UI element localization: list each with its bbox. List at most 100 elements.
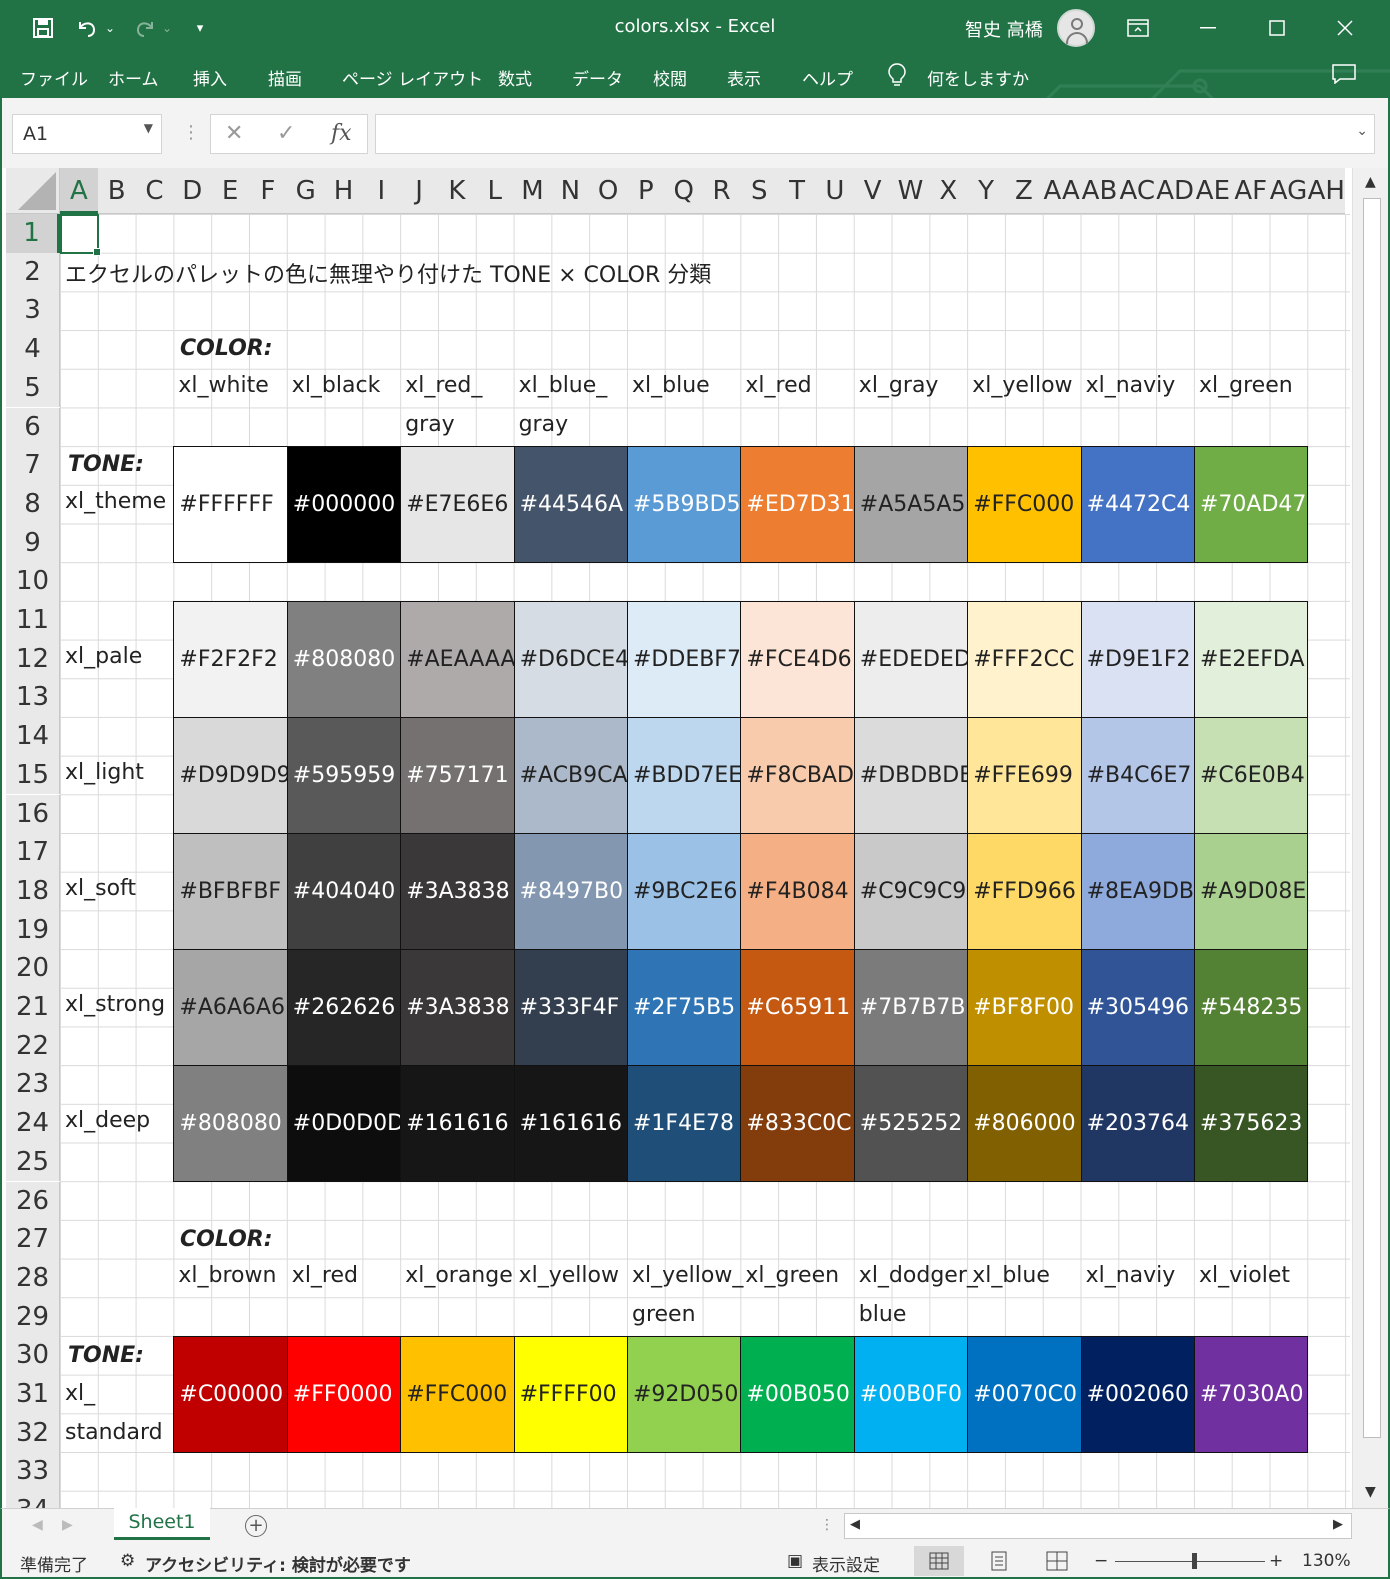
standard-color-swatch[interactable]: #7030A0	[1194, 1336, 1309, 1454]
color-swatch[interactable]: #808080	[286, 601, 402, 719]
standard-color-swatch[interactable]: #00B0F0	[853, 1336, 969, 1454]
comments-icon[interactable]	[1332, 64, 1356, 89]
row-header-34[interactable]: 34	[6, 1491, 60, 1508]
column-header-o[interactable]: O	[589, 168, 627, 214]
close-icon[interactable]	[1330, 8, 1360, 48]
confirm-entry-icon[interactable]: ✓	[277, 121, 295, 146]
color-swatch[interactable]: #D6DCE4	[513, 601, 628, 719]
color-swatch[interactable]: #548235	[1194, 949, 1309, 1067]
color-swatch[interactable]: #3A3838	[400, 833, 515, 951]
zoom-in-icon[interactable]: +	[1269, 1551, 1283, 1571]
row-header-6[interactable]: 6	[6, 407, 60, 447]
accessibility-status[interactable]: アクセシビリティ: 検討が必要です	[145, 1551, 411, 1576]
color-swatch[interactable]: #F8CBAD	[740, 717, 855, 835]
standard-color-swatch[interactable]: #92D050	[627, 1336, 742, 1454]
color-swatch[interactable]: #DBDBDB	[853, 717, 969, 835]
zoom-level[interactable]: 130%	[1302, 1551, 1351, 1571]
color-swatch[interactable]: #A5A5A5	[853, 446, 969, 564]
standard-color-swatch[interactable]: #002060	[1080, 1336, 1195, 1454]
color-swatch[interactable]: #7B7B7B	[853, 949, 969, 1067]
column-header-g[interactable]: G	[286, 168, 325, 214]
standard-color-swatch[interactable]: #FF0000	[286, 1336, 402, 1454]
color-swatch[interactable]: #D9D9D9	[173, 717, 288, 835]
row-header-16[interactable]: 16	[6, 794, 60, 834]
tab-file[interactable]: ファイル	[20, 65, 88, 90]
expand-formula-bar-icon[interactable]: ⌄	[1356, 123, 1368, 139]
column-header-l[interactable]: L	[475, 168, 514, 214]
color-swatch[interactable]: #5B9BD5	[627, 446, 742, 564]
tab-data[interactable]: データ	[572, 65, 623, 90]
row-header-28[interactable]: 28	[6, 1258, 60, 1298]
color-swatch[interactable]: #8EA9DB	[1080, 833, 1195, 951]
column-header-ad[interactable]: AD	[1156, 168, 1194, 214]
color-swatch[interactable]: #262626	[286, 949, 402, 1067]
color-swatch[interactable]: #ACB9CA	[513, 717, 628, 835]
color-swatch[interactable]: #44546A	[513, 446, 628, 564]
color-swatch[interactable]: #595959	[286, 717, 402, 835]
color-swatch[interactable]: #F2F2F2	[173, 601, 288, 719]
column-header-e[interactable]: E	[211, 168, 249, 214]
color-swatch[interactable]: #333F4F	[513, 949, 628, 1067]
row-header-5[interactable]: 5	[6, 368, 60, 408]
row-header-11[interactable]: 11	[6, 601, 60, 640]
standard-color-swatch[interactable]: #FFFF00	[513, 1336, 628, 1454]
row-header-12[interactable]: 12	[6, 639, 60, 679]
horizontal-scrollbar[interactable]: ◀ ▶	[844, 1513, 1352, 1539]
row-header-19[interactable]: 19	[6, 910, 60, 950]
row-header-18[interactable]: 18	[6, 871, 60, 911]
prev-sheet-icon[interactable]: ◀	[32, 1517, 43, 1533]
zoom-slider[interactable]	[1115, 1561, 1265, 1562]
column-header-p[interactable]: P	[627, 168, 665, 214]
row-header-1[interactable]: 1	[6, 214, 60, 253]
row-header-24[interactable]: 24	[6, 1104, 60, 1143]
row-header-7[interactable]: 7	[6, 446, 60, 485]
lightbulb-icon[interactable]	[888, 63, 906, 92]
column-header-u[interactable]: U	[816, 168, 854, 214]
avatar[interactable]	[1057, 9, 1095, 47]
row-header-3[interactable]: 3	[6, 291, 60, 331]
color-swatch[interactable]: #8497B0	[513, 833, 628, 951]
display-settings-button[interactable]: 表示設定	[812, 1551, 880, 1576]
color-swatch[interactable]: #FFFFFF	[173, 446, 288, 564]
color-swatch[interactable]: #1F4E78	[627, 1065, 742, 1183]
color-swatch[interactable]: #BF8F00	[967, 949, 1082, 1067]
color-swatch[interactable]: #4472C4	[1080, 446, 1195, 564]
tab-view[interactable]: 表示	[727, 65, 761, 90]
color-swatch[interactable]: #AEAAAA	[400, 601, 515, 719]
column-header-t[interactable]: T	[778, 168, 816, 214]
vertical-scroll-thumb[interactable]	[1363, 198, 1381, 1438]
column-header-j[interactable]: J	[400, 168, 438, 214]
tab-home[interactable]: ホーム	[108, 65, 159, 90]
tab-page-layout[interactable]: ページ レイアウト	[342, 65, 483, 90]
color-swatch[interactable]: #161616	[400, 1065, 515, 1183]
column-header-aa[interactable]: AA	[1042, 168, 1081, 214]
color-swatch[interactable]: #C6E0B4	[1194, 717, 1309, 835]
row-header-25[interactable]: 25	[6, 1142, 60, 1182]
row-header-9[interactable]: 9	[6, 523, 60, 563]
color-swatch[interactable]: #A6A6A6	[173, 949, 288, 1067]
column-header-y[interactable]: Y	[967, 168, 1005, 214]
column-header-d[interactable]: D	[173, 168, 212, 214]
row-header-29[interactable]: 29	[6, 1297, 60, 1337]
formula-input[interactable]: ⌄	[375, 114, 1375, 154]
column-header-h[interactable]: H	[324, 168, 363, 214]
ribbon-display-options-icon[interactable]	[1123, 8, 1153, 48]
color-swatch[interactable]: #375623	[1194, 1065, 1309, 1183]
color-swatch[interactable]: #808080	[173, 1065, 288, 1183]
row-header-13[interactable]: 13	[6, 678, 60, 718]
color-swatch[interactable]: #A9D08E	[1194, 833, 1309, 951]
color-swatch[interactable]: #404040	[286, 833, 402, 951]
tab-sheet1[interactable]: Sheet1	[114, 1508, 210, 1540]
tab-insert[interactable]: 挿入	[193, 65, 227, 90]
zoom-out-icon[interactable]: −	[1094, 1551, 1108, 1571]
color-swatch[interactable]: #BFBFBF	[173, 833, 288, 951]
select-all-button[interactable]	[6, 168, 60, 214]
color-swatch[interactable]: #3A3838	[400, 949, 515, 1067]
worksheet[interactable]: A B C D E F G H I J K L M N O P Q R S T U V W X Y Z AA AB AC AD AE AF AG…	[0, 168, 1390, 1508]
standard-color-swatch[interactable]: #0070C0	[967, 1336, 1082, 1454]
color-swatch[interactable]: #000000	[286, 446, 402, 564]
column-header-r[interactable]: R	[702, 168, 741, 214]
page-break-view-icon[interactable]	[1032, 1546, 1082, 1576]
standard-color-swatch[interactable]: #C00000	[173, 1336, 288, 1454]
row-header-4[interactable]: 4	[6, 330, 60, 369]
